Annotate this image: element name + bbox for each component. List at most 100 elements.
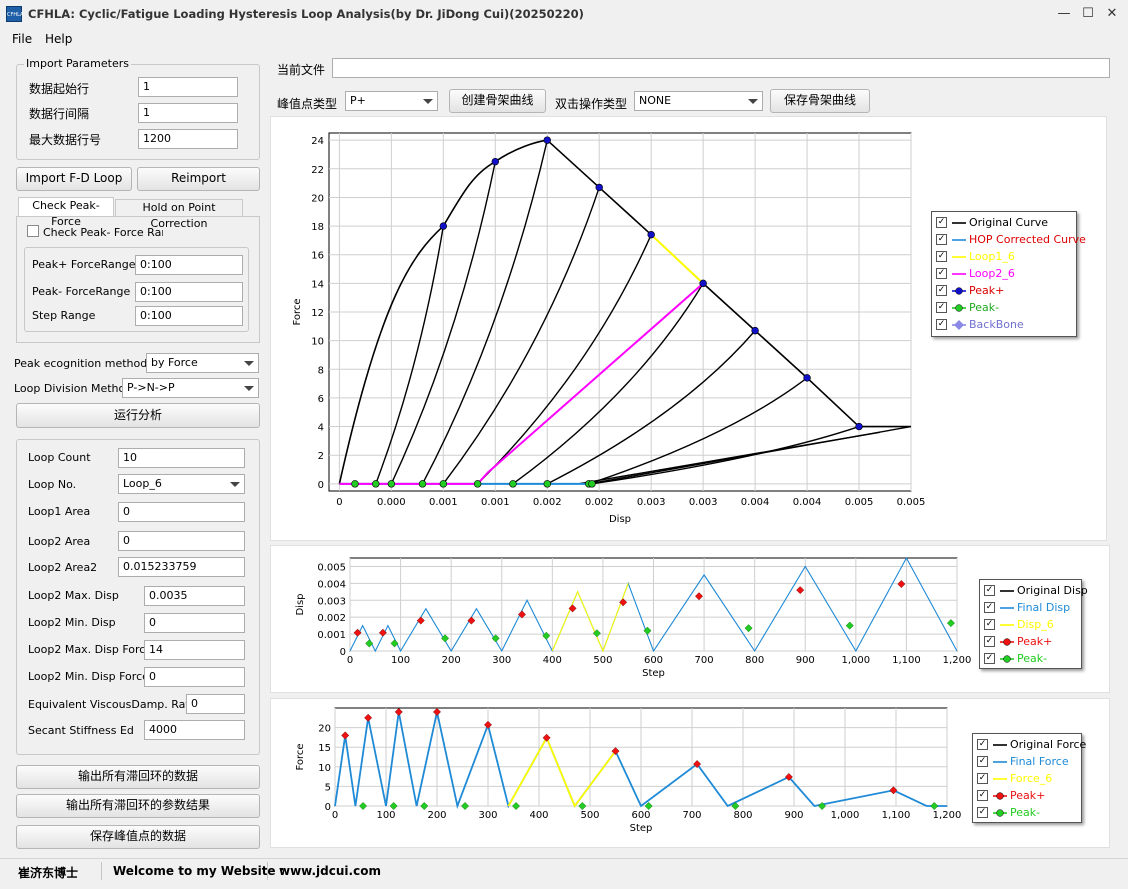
loop-no-select[interactable]: Loop_6 (118, 474, 245, 494)
legend-label: Final Force (1010, 755, 1069, 768)
current-file-input[interactable] (332, 58, 1110, 78)
evd-input[interactable]: 0 (186, 694, 245, 714)
export-params-button[interactable]: 输出所有滞回环的参数结果 (16, 794, 260, 818)
y-tick-label: 5 (325, 782, 331, 793)
legend-swatch (993, 809, 1007, 817)
peak-type-select[interactable]: P+ (345, 91, 438, 111)
legend-checkbox[interactable]: ✓ (936, 268, 947, 279)
max-row-label: 最大数据行号 (29, 133, 102, 147)
dbl-click-select[interactable]: NONE (634, 91, 763, 111)
x-tick-label: 0.001 (429, 497, 458, 508)
max-row-input[interactable]: 1200 (138, 129, 238, 149)
y-tick-label: 22 (311, 165, 324, 176)
divider (101, 862, 102, 880)
x-tick-label: 500 (580, 810, 599, 821)
legend-checkbox[interactable]: ✓ (977, 807, 988, 818)
x-tick-label: 0 (332, 810, 338, 821)
interval-input[interactable]: 1 (138, 103, 238, 123)
chevron-down-icon (244, 386, 254, 391)
website-link[interactable]: www.jdcui.com (279, 864, 381, 878)
tab-check-peak-force[interactable]: Check Peak-Force (18, 197, 114, 228)
max-disp-force-input[interactable]: 14 (144, 640, 245, 660)
y-tick-label: 0.003 (317, 596, 346, 607)
legend-dot-swatch (996, 792, 1004, 800)
step-range-input[interactable]: 0:100 (135, 306, 243, 326)
legend-2: ✓ Original Disp ✓ Final Disp ✓ Disp_6 ✓ Peak+ ✓ P… (979, 579, 1088, 669)
legend-swatch (993, 792, 1007, 800)
secant-input[interactable]: 4000 (144, 720, 245, 740)
window-title: CFHLA: Cyclic/Fatigue Loading Hysteresis… (28, 7, 584, 21)
legend-checkbox[interactable]: ✓ (977, 756, 988, 767)
peak-method-value: by Force (151, 356, 198, 369)
minimize-button[interactable]: — (1054, 4, 1074, 24)
loop-count-input[interactable]: 10 (118, 448, 245, 468)
reimport-button[interactable]: Reimport (137, 167, 260, 191)
close-button[interactable]: ✕ (1102, 4, 1122, 24)
menu-file[interactable]: File (12, 32, 32, 46)
x-tick-label: 200 (427, 810, 446, 821)
legend-diamond-swatch (954, 320, 964, 330)
legend-checkbox[interactable]: ✓ (984, 653, 995, 664)
y-tick-label: 0.004 (317, 579, 346, 590)
loop2-area2-input[interactable]: 0.015233759 (118, 557, 245, 577)
title-bar: CFHLA CFHLA: Cyclic/Fatigue Loading Hyst… (0, 0, 1128, 28)
loop2-area-input[interactable]: 0 (118, 531, 245, 551)
min-disp-input[interactable]: 0 (144, 613, 245, 633)
legend-checkbox[interactable]: ✓ (984, 619, 995, 630)
loop-method-label: Loop Division Method (14, 382, 133, 395)
legend-checkbox[interactable]: ✓ (936, 285, 947, 296)
legend-checkbox[interactable]: ✓ (936, 319, 947, 330)
peak-type-label: 峰值点类型 (277, 97, 338, 111)
legend-swatch (1000, 590, 1014, 592)
legend-label: Original Disp (1017, 584, 1088, 597)
run-analysis-button[interactable]: 运行分析 (16, 403, 260, 428)
import-button[interactable]: Import F-D Loop (16, 167, 132, 191)
loop-no-value: Loop_6 (123, 477, 162, 490)
maximize-button[interactable]: ☐ (1078, 4, 1098, 24)
max-disp-force-label: Loop2 Max. Disp Force (28, 643, 153, 656)
peak-method-label: Peak ecognition methods (14, 357, 153, 370)
peak-minus-range-input[interactable]: 0:100 (135, 282, 243, 302)
legend-checkbox[interactable]: ✓ (977, 773, 988, 784)
start-row-input[interactable]: 1 (138, 77, 238, 97)
import-params-title: Import Parameters (24, 57, 131, 70)
y-tick-label: 24 (311, 136, 324, 147)
y-tick-label: 10 (318, 763, 331, 774)
x-tick-label: 0.000 (377, 497, 406, 508)
save-backbone-button[interactable]: 保存骨架曲线 (770, 89, 870, 113)
legend-label: Peak+ (1017, 635, 1053, 648)
tab-hold-on-point[interactable]: Hold on Point Correction (115, 199, 243, 230)
legend-label: Final Disp (1017, 601, 1071, 614)
legend-dot-swatch (1003, 655, 1011, 663)
legend-checkbox[interactable]: ✓ (984, 636, 995, 647)
loop1-area-label: Loop1 Area (28, 505, 91, 518)
export-loops-button[interactable]: 输出所有滞回环的数据 (16, 765, 260, 789)
legend-checkbox[interactable]: ✓ (984, 585, 995, 596)
x-tick-label: 300 (478, 810, 497, 821)
create-backbone-button[interactable]: 创建骨架曲线 (449, 89, 546, 113)
legend-checkbox[interactable]: ✓ (984, 602, 995, 613)
min-disp-force-input[interactable]: 0 (144, 667, 245, 687)
loop1-area-input[interactable]: 0 (118, 502, 245, 522)
legend-checkbox[interactable]: ✓ (977, 790, 988, 801)
legend-checkbox[interactable]: ✓ (936, 302, 947, 313)
legend-checkbox[interactable]: ✓ (977, 739, 988, 750)
legend-checkbox[interactable]: ✓ (936, 251, 947, 262)
loop-method-select[interactable]: P->N->P (122, 378, 259, 398)
menu-help[interactable]: Help (45, 32, 72, 46)
peak-minus-point (418, 480, 427, 488)
legend-label: Peak+ (969, 284, 1005, 297)
x-tick-label: 1,100 (892, 655, 921, 666)
legend-label: Peak+ (1010, 789, 1046, 802)
peak-method-select[interactable]: by Force (146, 353, 259, 373)
save-peaks-button[interactable]: 保存峰值点的数据 (16, 825, 260, 849)
peak-plus-range-input[interactable]: 0:100 (135, 255, 243, 275)
x-tick-label: 1,000 (842, 655, 871, 666)
max-disp-input[interactable]: 0.0035 (144, 586, 245, 606)
loop-method-value: P->N->P (127, 381, 175, 394)
legend-checkbox[interactable]: ✓ (936, 234, 947, 245)
check-range-checkbox[interactable] (27, 225, 39, 237)
x-tick-label: 400 (543, 655, 562, 666)
legend-checkbox[interactable]: ✓ (936, 217, 947, 228)
y-tick-label: 15 (318, 743, 331, 754)
